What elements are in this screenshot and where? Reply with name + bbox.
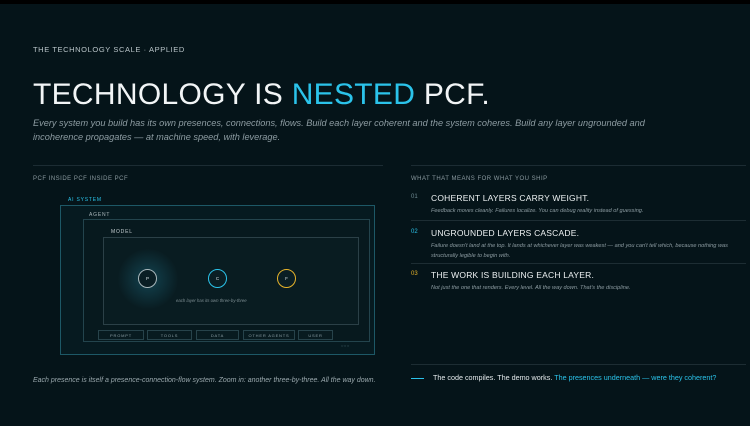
headline-part1: TECHNOLOGY IS xyxy=(33,78,292,111)
eyebrow: THE TECHNOLOGY SCALE · APPLIED xyxy=(33,45,185,54)
right-section-label: WHAT THAT MEANS FOR WHAT YOU SHIP xyxy=(411,176,548,182)
closing-text: The code compiles. The demo works. xyxy=(433,373,555,382)
point-number: 03 xyxy=(411,271,418,277)
point-number: 01 xyxy=(411,194,418,200)
connection-node: C xyxy=(208,269,227,288)
point-number: 02 xyxy=(411,229,418,235)
chip-tools: TOOLS xyxy=(147,330,192,340)
flow-node: F xyxy=(277,269,296,288)
model-inner-caption: each layer has its own three-by-three xyxy=(176,298,247,303)
right-rule xyxy=(411,165,746,166)
chip-other-agents: OTHER AGENTS xyxy=(243,330,295,340)
closing-accent-line xyxy=(411,378,424,379)
model-label: MODEL xyxy=(111,229,133,235)
headline: TECHNOLOGY IS NESTED PCF. xyxy=(33,78,490,112)
headline-part2: PCF. xyxy=(415,78,491,111)
chip-data: DATA xyxy=(196,330,239,340)
chip-prompt: PROMPT xyxy=(98,330,144,340)
left-section-label: PCF INSIDE PCF INSIDE PCF xyxy=(33,176,129,182)
agent-label: AGENT xyxy=(89,212,111,218)
headline-accent: NESTED xyxy=(291,78,416,111)
point-title: THE WORK IS BUILDING EACH LAYER. xyxy=(431,270,595,280)
point-divider xyxy=(411,220,746,221)
ai-system-label: AI SYSTEM xyxy=(68,197,102,203)
closing-divider xyxy=(411,364,746,365)
point-divider xyxy=(411,263,746,264)
dots-indicator: ○○○ xyxy=(341,343,350,348)
point-description: Failure doesn't land at the top. It land… xyxy=(431,243,728,259)
chip-user: USER xyxy=(298,330,333,340)
closing-highlight: The presences underneath — were they coh… xyxy=(554,373,717,382)
presence-node: P xyxy=(138,269,157,288)
slide: THE TECHNOLOGY SCALE · APPLIED TECHNOLOG… xyxy=(0,0,750,426)
left-rule xyxy=(33,165,383,166)
point-title: COHERENT LAYERS CARRY WEIGHT. xyxy=(431,193,590,203)
point-title: UNGROUNDED LAYERS CASCADE. xyxy=(431,228,580,238)
closing-statement: The code compiles. The demo works. The p… xyxy=(433,373,723,384)
top-bar xyxy=(0,0,750,4)
point-description: Feedback moves cleanly. Failures localiz… xyxy=(431,208,644,214)
intro-text: Every system you build has its own prese… xyxy=(33,118,645,142)
point-description: Not just the one that renders. Every lev… xyxy=(431,285,631,291)
diagram-caption: Each presence is itself a presence-conne… xyxy=(33,377,376,384)
